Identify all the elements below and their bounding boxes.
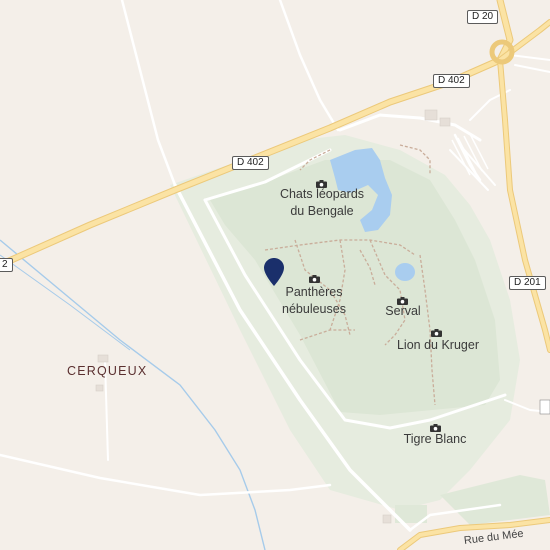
camera-icon[interactable] xyxy=(431,324,442,337)
camera-icon[interactable] xyxy=(316,175,327,188)
poi-label-chats-leopards[interactable]: Chats léopards du Bengale xyxy=(270,186,374,220)
poi-label-tigre-blanc[interactable]: Tigre Blanc xyxy=(395,431,475,448)
place-label: CERQUEUX xyxy=(67,364,148,378)
camera-icon[interactable] xyxy=(430,419,441,432)
camera-icon[interactable] xyxy=(309,270,320,283)
poi-label-line: du Bengale xyxy=(290,204,354,218)
poi-label-pantheres[interactable]: Panthères nébuleuses xyxy=(273,284,355,318)
poi-label-line: Chats léopards xyxy=(279,187,365,201)
road-shield-d20: D 20 xyxy=(467,10,499,24)
poi-label-lion-du-kruger[interactable]: Lion du Kruger xyxy=(392,337,484,354)
stream xyxy=(0,254,131,351)
road-shield-d201: D 201 xyxy=(509,276,546,290)
map-view[interactable]: D 20 D 402 D 402 2 D 201 CERQUEUX Rue du… xyxy=(0,0,550,550)
road-shield-d402: D 402 xyxy=(232,156,269,170)
water-body xyxy=(395,263,415,281)
road-shield-d402-partial: 2 xyxy=(0,258,13,272)
camera-icon[interactable] xyxy=(397,292,408,305)
poi-label-line: Panthères xyxy=(285,285,343,299)
location-pin-icon[interactable] xyxy=(264,258,284,286)
poi-label-line: nébuleuses xyxy=(282,302,346,316)
poi-label-serval[interactable]: Serval xyxy=(376,303,430,320)
road-shield-d402: D 402 xyxy=(433,74,470,88)
